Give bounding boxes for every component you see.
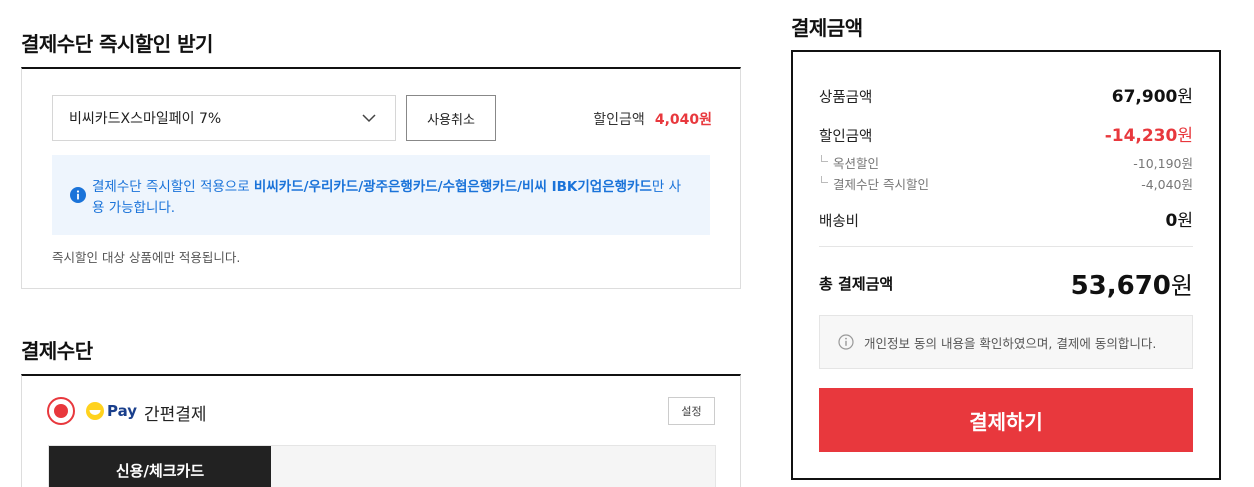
- product-amount-value: 67,900원: [1112, 82, 1193, 107]
- card-discount-select-value: 비씨카드X스마일페이 7%: [69, 111, 222, 127]
- summary-discount-currency: 원: [1177, 126, 1193, 146]
- easy-pay-title: 간편결제: [144, 405, 207, 425]
- card-discount-select[interactable]: 비씨카드X스마일페이 7%: [52, 95, 396, 141]
- consent-notice: 개인정보 동의 내용을 확인하였으며, 결제에 동의합니다.: [819, 315, 1193, 369]
- shipping-label: 배송비: [819, 214, 860, 230]
- shipping-currency: 원: [1177, 211, 1193, 231]
- product-amount-label: 상품금액: [819, 90, 873, 106]
- payment-method-panel: Pay 간편결제 설정 신용/체크카드: [21, 374, 741, 487]
- payment-summary-panel: 상품금액 67,900원 할인금액 -14,230원 옥션할인 -10,190원…: [791, 50, 1221, 480]
- auction-discount-row: 옥션할인 -10,190원: [819, 153, 1193, 172]
- instant-discount-value: -4,040원: [1141, 177, 1193, 192]
- product-amount-number: 67,900: [1111, 87, 1178, 107]
- product-amount-row: 상품금액 67,900원: [819, 82, 1193, 107]
- summary-discount-number: -14,230: [1104, 126, 1178, 146]
- summary-discount-value: -14,230원: [1105, 121, 1193, 146]
- summary-divider: [819, 246, 1193, 247]
- instant-discount-label: 결제수단 즉시할인: [819, 174, 929, 193]
- info-circle-icon: [838, 334, 854, 350]
- total-value: 53,670원: [1071, 266, 1193, 301]
- total-row: 총 결제금액 53,670원: [819, 266, 1193, 301]
- discount-notice: 결제수단 즉시할인 적용으로 비씨카드/우리카드/광주은행카드/수협은행카드/비…: [52, 155, 710, 235]
- discount-note: 즉시할인 대상 상품에만 적용됩니다.: [52, 250, 241, 265]
- smilepay-logo-text: Pay: [107, 402, 138, 420]
- pay-button[interactable]: 결제하기: [819, 388, 1193, 452]
- total-currency: 원: [1170, 272, 1193, 300]
- discount-amount-value: 4,040원: [654, 112, 712, 128]
- shipping-row: 배송비 0원: [819, 206, 1193, 231]
- discount-amount: 할인금액 4,040원: [593, 109, 712, 129]
- smilepay-logo: Pay: [86, 402, 137, 420]
- product-amount-currency: 원: [1177, 87, 1193, 107]
- discount-amount-row: 할인금액 -14,230원: [819, 121, 1193, 146]
- shipping-number: 0: [1165, 211, 1178, 231]
- chevron-down-icon: [362, 114, 376, 123]
- instant-discount-row: 결제수단 즉시할인 -4,040원: [819, 174, 1193, 193]
- summary-title: 결제금액: [791, 16, 863, 40]
- smilepay-radio[interactable]: [47, 397, 75, 425]
- smile-logo-icon: [86, 402, 104, 420]
- discount-section-title: 결제수단 즉시할인 받기: [21, 32, 213, 56]
- pay-tab-bar: 신용/체크카드: [48, 445, 716, 487]
- auction-discount-label: 옥션할인: [819, 153, 879, 172]
- payment-section-title: 결제수단: [21, 339, 93, 363]
- discount-amount-label: 할인금액: [593, 112, 645, 128]
- pay-setting-button[interactable]: 설정: [668, 397, 715, 425]
- summary-discount-label: 할인금액: [819, 129, 873, 145]
- discount-panel: 비씨카드X스마일페이 7% 사용취소 할인금액 4,040원 결제수단 즉시할인 …: [21, 67, 741, 289]
- shipping-value: 0원: [1166, 206, 1193, 231]
- total-number: 53,670: [1070, 271, 1171, 301]
- consent-text: 개인정보 동의 내용을 확인하였으며, 결제에 동의합니다.: [864, 335, 1157, 351]
- notice-card-list: 비씨카드/우리카드/광주은행카드/수협은행카드/비씨 IBK기업은행카드: [253, 179, 652, 195]
- auction-discount-value: -10,190원: [1133, 156, 1193, 171]
- total-label: 총 결제금액: [819, 275, 894, 293]
- tab-credit-check-card[interactable]: 신용/체크카드: [49, 446, 271, 487]
- cancel-discount-button[interactable]: 사용취소: [406, 95, 496, 141]
- info-icon: [70, 187, 86, 203]
- notice-prefix: 결제수단 즉시할인 적용으로: [92, 179, 254, 195]
